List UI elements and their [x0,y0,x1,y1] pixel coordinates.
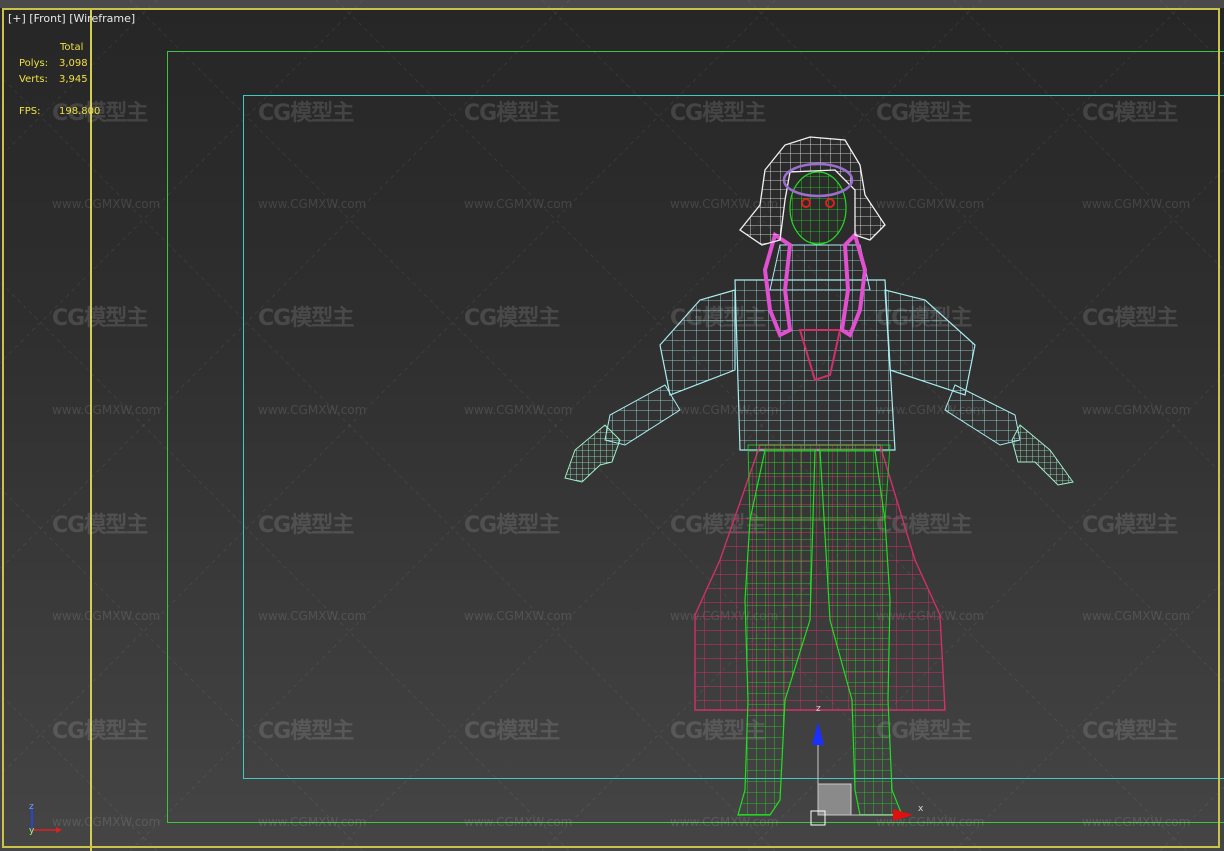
gizmo-plane-handle [817,783,852,816]
viewport-label[interactable]: [+] [Front] [Wireframe] [8,12,135,25]
right-sleeve [884,289,976,396]
gizmo-z-arrow [812,722,824,745]
hip-green [747,444,891,521]
right-hand [1011,424,1074,486]
stats-fps-value: 198.800 [59,106,101,117]
stats-polys-label: Polys: [19,58,49,69]
gizmo-x-arrow [893,809,913,821]
gizmo-z-label: z [816,704,821,714]
stats-fps-label: FPS: [19,106,41,117]
torso [734,279,896,451]
left-sleeve [659,289,736,396]
face [789,171,847,245]
stats-verts-label: Verts: [19,74,48,85]
axis-tripod [31,808,62,833]
left-hand [564,424,621,483]
character-wireframe-model[interactable] [0,0,1224,851]
gizmo-x-label: x [918,804,924,814]
stats-total-header: Total [60,42,84,53]
axis-tripod-z-label: z [29,802,34,812]
right-forearm [944,384,1021,446]
front-viewport[interactable]: CG模型主 CG模型主 CG模型主 CG模型主 CG模型主 CG模型主 CG模型主 CG模型主… [0,0,1224,851]
axis-tripod-y-label: y [29,826,35,836]
stats-polys-value: 3,098 [59,58,88,69]
stats-verts-value: 3,945 [59,74,88,85]
